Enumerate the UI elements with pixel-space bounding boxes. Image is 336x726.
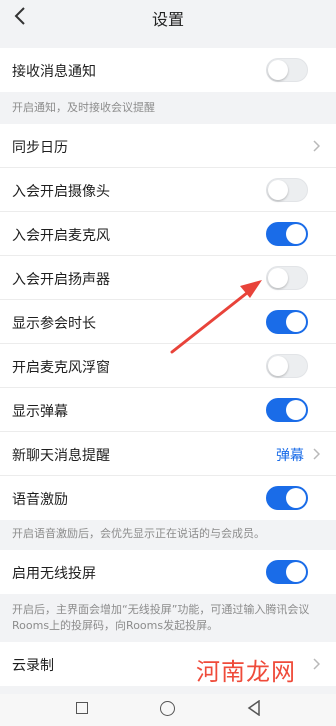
row-label: 开启麦克风浮窗 <box>12 360 110 376</box>
chevron-right-icon <box>313 658 320 670</box>
system-nav-bar <box>0 694 336 726</box>
toggle-wireless-cast[interactable] <box>266 560 308 584</box>
toggle-camera-on-join[interactable] <box>266 178 308 202</box>
row-label: 入会开启扬声器 <box>12 272 110 288</box>
page-title: 设置 <box>151 10 184 29</box>
row-voice-motivation: 语音激励 <box>0 476 336 520</box>
settings-group-meeting: 同步日历 入会开启摄像头 入会开启麦克风 入会开启扬声器 显示参会时长 开启麦克… <box>0 124 336 520</box>
row-camera-on-join: 入会开启摄像头 <box>0 168 336 212</box>
row-mic-float: 开启麦克风浮窗 <box>0 344 336 388</box>
row-label: 新聊天消息提醒 <box>12 448 110 464</box>
row-label: 显示弹幕 <box>12 404 68 420</box>
row-label: 语音激励 <box>12 492 68 508</box>
row-speaker-on-join: 入会开启扬声器 <box>0 256 336 300</box>
hint-notifications: 开启通知，及时接收会议提醒 <box>12 101 155 114</box>
row-label: 云录制 <box>12 658 54 674</box>
toggle-voice-motivation[interactable] <box>266 486 308 510</box>
triangle-back-icon[interactable] <box>247 700 261 716</box>
row-show-danmaku: 显示弹幕 <box>0 388 336 432</box>
row-new-chat-alert[interactable]: 新聊天消息提醒 弹幕 <box>0 432 336 476</box>
chevron-right-icon <box>313 140 320 152</box>
toggle-speaker-on-join[interactable] <box>266 266 308 290</box>
row-label: 启用无线投屏 <box>12 566 96 582</box>
toggle-knob <box>268 356 288 376</box>
watermark: 河南龙网 <box>196 658 296 686</box>
row-sync-calendar[interactable]: 同步日历 <box>0 124 336 168</box>
toggle-receive-notifications[interactable] <box>266 58 308 82</box>
toggle-knob <box>286 562 306 582</box>
row-mic-on-join: 入会开启麦克风 <box>0 212 336 256</box>
hint-voice-motivation: 开启语音激励后，会优先显示正在说话的与会成员。 <box>12 527 265 540</box>
toggle-knob <box>268 180 288 200</box>
row-label: 同步日历 <box>12 140 68 156</box>
toggle-knob <box>268 60 288 80</box>
toggle-mic-on-join[interactable] <box>266 222 308 246</box>
row-label: 显示参会时长 <box>12 316 96 332</box>
toggle-show-duration[interactable] <box>266 310 308 334</box>
settings-group-notifications: 接收消息通知 <box>0 48 336 92</box>
row-receive-notifications: 接收消息通知 <box>0 48 336 92</box>
toggle-knob <box>286 488 306 508</box>
toggle-show-danmaku[interactable] <box>266 398 308 422</box>
toggle-mic-float[interactable] <box>266 354 308 378</box>
toggle-knob <box>286 400 306 420</box>
toggle-knob <box>268 268 288 288</box>
row-label: 入会开启麦克风 <box>12 228 110 244</box>
square-recent-icon[interactable] <box>76 702 88 714</box>
row-label: 接收消息通知 <box>12 64 96 80</box>
toggle-knob <box>286 224 306 244</box>
row-label: 入会开启摄像头 <box>12 184 110 200</box>
hint-wireless-cast: 开启后，主界面会增加“无线投屏”功能，可通过输入腾讯会议Rooms上的投屏码，向… <box>12 603 310 632</box>
circle-home-icon[interactable] <box>160 701 175 716</box>
row-wireless-cast: 启用无线投屏 <box>0 550 336 594</box>
row-value: 弹幕 <box>276 448 304 464</box>
chevron-right-icon <box>313 448 320 460</box>
row-show-duration: 显示参会时长 <box>0 300 336 344</box>
settings-group-cast: 启用无线投屏 <box>0 550 336 594</box>
header: 设置 <box>0 0 336 34</box>
toggle-knob <box>286 312 306 332</box>
